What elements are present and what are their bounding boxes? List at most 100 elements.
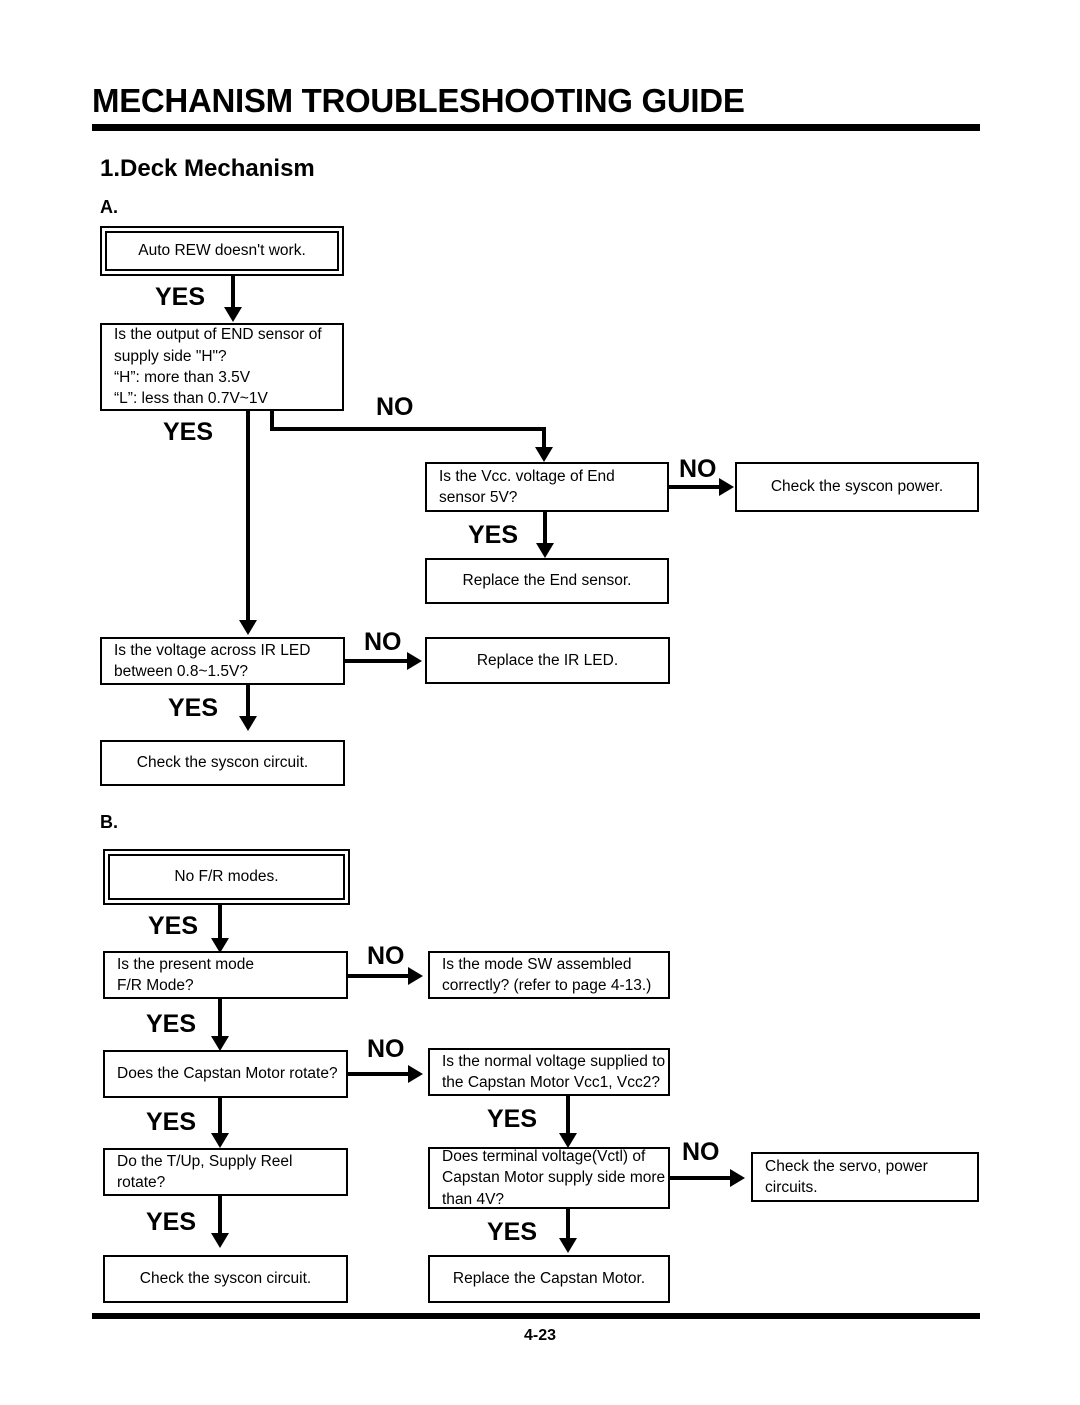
flow-b-yes-label-2: YES [146, 1010, 197, 1038]
flow-a-ir-led-question-text: Is the voltage across IR LED between 0.8… [102, 640, 343, 683]
flow-b-mode-sw-text: Is the mode SW assembled correctly? (ref… [430, 954, 668, 997]
flow-b-check-syscon-circuit-label: Check the syscon circuit. [139, 1270, 312, 1288]
ir-led-line-2: between 0.8~1.5V? [114, 663, 249, 680]
reel-rotate-line-1: Do the T/Up, Supply Reel [117, 1152, 293, 1170]
group-label-a: A. [100, 197, 118, 217]
flow-a-arrowhead-yes-long [239, 620, 257, 635]
page-title: MECHANISM TROUBLESHOOTING GUIDE [92, 82, 745, 119]
flow-a-check-syscon-circuit-label: Check the syscon circuit. [136, 754, 309, 772]
flow-a-end-sensor-question-text: Is the output of END sensor of supply si… [102, 324, 342, 410]
flow-a-vcc-question-box: Is the Vcc. voltage of End sensor 5V? [425, 462, 669, 512]
flow-b-capstan-rotate-label: Does the Capstan Motor rotate? [117, 1065, 338, 1083]
present-mode-line-1: Is the present mode [117, 955, 254, 973]
flow-b-yes-label-1: YES [148, 912, 199, 940]
flow-a-yes-label-2: YES [163, 418, 214, 446]
flow-b-start-box: No F/R modes. [103, 849, 350, 905]
normal-voltage-line-1: Is the normal voltage supplied to [442, 1052, 666, 1070]
flow-b-start-label: No F/R modes. [174, 868, 279, 886]
flow-b-present-mode-text: Is the present mode F/R Mode? [105, 954, 346, 997]
vcc-line-1: Is the Vcc. voltage of End [439, 467, 615, 485]
terminal-voltage-line-3: than 4V? [442, 1190, 505, 1208]
flow-a-connector-ir-no [345, 659, 409, 663]
flow-b-arrowhead-3 [211, 1133, 229, 1148]
flow-a-start-box: Auto REW doesn't work. [100, 226, 344, 276]
ir-led-line-1: Is the voltage across IR LED [114, 641, 311, 659]
end-sensor-line-2: supply side "H"? [114, 347, 227, 365]
flow-a-no-label-1: NO [376, 393, 414, 421]
check-servo-line-1: Check the servo, power [765, 1157, 928, 1175]
flow-a-check-syscon-circuit-box: Check the syscon circuit. [100, 740, 345, 786]
flow-a-connector-vcc-no [669, 485, 721, 489]
flow-b-arrowhead-2 [211, 1036, 229, 1051]
flow-b-present-mode-box: Is the present mode F/R Mode? [103, 951, 348, 999]
reel-rotate-line-2: rotate? [117, 1174, 166, 1191]
flow-a-connector-yes-long [246, 411, 250, 626]
flow-b-no-label-2: NO [367, 1035, 405, 1063]
flow-a-end-sensor-question-box: Is the output of END sensor of supply si… [100, 323, 344, 411]
flow-b-connector-no-1 [348, 974, 410, 978]
flow-b-replace-capstan-motor-label: Replace the Capstan Motor. [452, 1270, 646, 1288]
present-mode-line-2: F/R Mode? [117, 977, 194, 994]
flow-a-replace-end-sensor-box: Replace the End sensor. [425, 558, 669, 604]
flow-b-connector-no-2 [348, 1072, 410, 1076]
flow-a-arrowhead-yes-2 [536, 543, 554, 558]
flow-a-arrowhead-1 [224, 307, 242, 322]
flow-a-replace-end-sensor-label: Replace the End sensor. [462, 572, 632, 590]
flow-b-no-label-3: NO [682, 1138, 720, 1166]
flow-b-normal-voltage-box: Is the normal voltage supplied to the Ca… [428, 1048, 670, 1096]
flow-a-arrowhead-no-2 [719, 478, 734, 496]
flow-b-capstan-rotate-box: Does the Capstan Motor rotate? [103, 1050, 348, 1098]
flow-b-arrowhead-no-1 [408, 967, 423, 985]
flow-b-arrowhead-6 [559, 1238, 577, 1253]
vcc-line-2: sensor 5V? [439, 489, 518, 506]
group-label-b: B. [100, 812, 118, 832]
flow-b-normal-voltage-text: Is the normal voltage supplied to the Ca… [430, 1051, 668, 1094]
flow-b-yes-label-6: YES [487, 1218, 538, 1246]
flow-a-yes-label-4: YES [168, 694, 219, 722]
flow-b-check-servo-box: Check the servo, power circuits. [751, 1152, 979, 1202]
flow-a-start-inner: Auto REW doesn't work. [105, 231, 339, 271]
flow-b-replace-capstan-motor-box: Replace the Capstan Motor. [428, 1255, 670, 1303]
flow-a-arrowhead-yes-3 [239, 716, 257, 731]
flow-a-ir-led-question-box: Is the voltage across IR LED between 0.8… [100, 637, 345, 685]
flow-b-arrowhead-5 [211, 1233, 229, 1248]
flow-b-yes-label-5: YES [146, 1208, 197, 1236]
normal-voltage-line-2: the Capstan Motor Vcc1, Vcc2? [442, 1074, 660, 1091]
flow-a-no-label-2: NO [679, 455, 717, 483]
end-sensor-line-1: Is the output of END sensor of [114, 326, 322, 344]
flow-a-no-label-3: NO [364, 628, 402, 656]
flow-b-yes-label-3: YES [146, 1108, 197, 1136]
mode-sw-line-1: Is the mode SW assembled [442, 955, 632, 973]
mode-sw-line-2: correctly? (refer to page 4-13.) [442, 977, 652, 994]
check-servo-line-2: circuits. [765, 1179, 818, 1196]
flow-a-arrowhead-no-3 [407, 652, 422, 670]
flow-a-yes-label-3: YES [468, 521, 519, 549]
flow-b-terminal-voltage-box: Does terminal voltage(Vctl) of Capstan M… [428, 1147, 670, 1209]
title-divider [92, 124, 980, 131]
flow-b-no-label-1: NO [367, 942, 405, 970]
section-title: 1.Deck Mechanism [100, 155, 315, 182]
flow-b-check-syscon-circuit-box: Check the syscon circuit. [103, 1255, 348, 1303]
terminal-voltage-line-1: Does terminal voltage(Vctl) of [442, 1147, 646, 1165]
flow-b-yes-label-4: YES [487, 1105, 538, 1133]
flow-a-yes-label-1: YES [155, 283, 206, 311]
flow-b-check-servo-text: Check the servo, power circuits. [753, 1156, 977, 1199]
flow-b-arrowhead-no-2 [408, 1065, 423, 1083]
flow-a-replace-ir-led-box: Replace the IR LED. [425, 637, 670, 684]
document-page: MECHANISM TROUBLESHOOTING GUIDE 1.Deck M… [0, 0, 1080, 1405]
flow-b-reel-rotate-box: Do the T/Up, Supply Reel rotate? [103, 1148, 348, 1196]
flow-b-reel-rotate-text: Do the T/Up, Supply Reel rotate? [105, 1151, 346, 1194]
flow-a-vcc-question-text: Is the Vcc. voltage of End sensor 5V? [427, 466, 667, 509]
flow-a-replace-ir-led-label: Replace the IR LED. [476, 651, 619, 669]
flow-a-check-syscon-power-box: Check the syscon power. [735, 462, 979, 512]
flow-b-arrowhead-no-3 [730, 1169, 745, 1187]
flow-a-arrowhead-no-1 [535, 447, 553, 462]
flow-b-terminal-voltage-text: Does terminal voltage(Vctl) of Capstan M… [430, 1146, 668, 1210]
flow-a-start-label: Auto REW doesn't work. [138, 242, 306, 260]
footer-divider [92, 1313, 980, 1319]
flow-a-no-horizontal [270, 427, 546, 431]
flow-a-check-syscon-power-label: Check the syscon power. [770, 478, 944, 496]
end-sensor-line-4: “L”: less than 0.7V~1V [114, 390, 268, 408]
flow-b-start-inner: No F/R modes. [108, 854, 345, 900]
flow-b-mode-sw-box: Is the mode SW assembled correctly? (ref… [428, 951, 670, 999]
